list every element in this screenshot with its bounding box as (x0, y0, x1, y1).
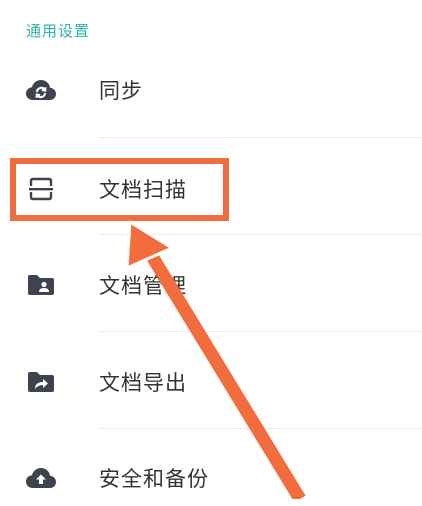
folder-export-icon (25, 370, 57, 394)
settings-item-security-backup[interactable]: 安全和备份 (0, 450, 422, 506)
settings-item-document-management[interactable]: 文档管理 (0, 257, 422, 313)
divider (99, 137, 422, 138)
divider (99, 234, 422, 235)
settings-item-sync[interactable]: 同步 (0, 62, 422, 118)
highlight-annotation-box (10, 158, 229, 221)
divider (99, 331, 422, 332)
cloud-sync-icon (25, 78, 57, 102)
settings-item-label: 文档导出 (99, 371, 187, 395)
settings-item-label: 同步 (99, 79, 143, 103)
settings-item-document-export[interactable]: 文档导出 (0, 354, 422, 410)
settings-item-label: 文档管理 (99, 274, 187, 298)
settings-item-label: 安全和备份 (99, 467, 209, 491)
section-title: 通用设置 (26, 22, 91, 40)
folder-user-icon (25, 273, 57, 297)
cloud-upload-icon (25, 466, 57, 490)
divider (99, 428, 422, 429)
